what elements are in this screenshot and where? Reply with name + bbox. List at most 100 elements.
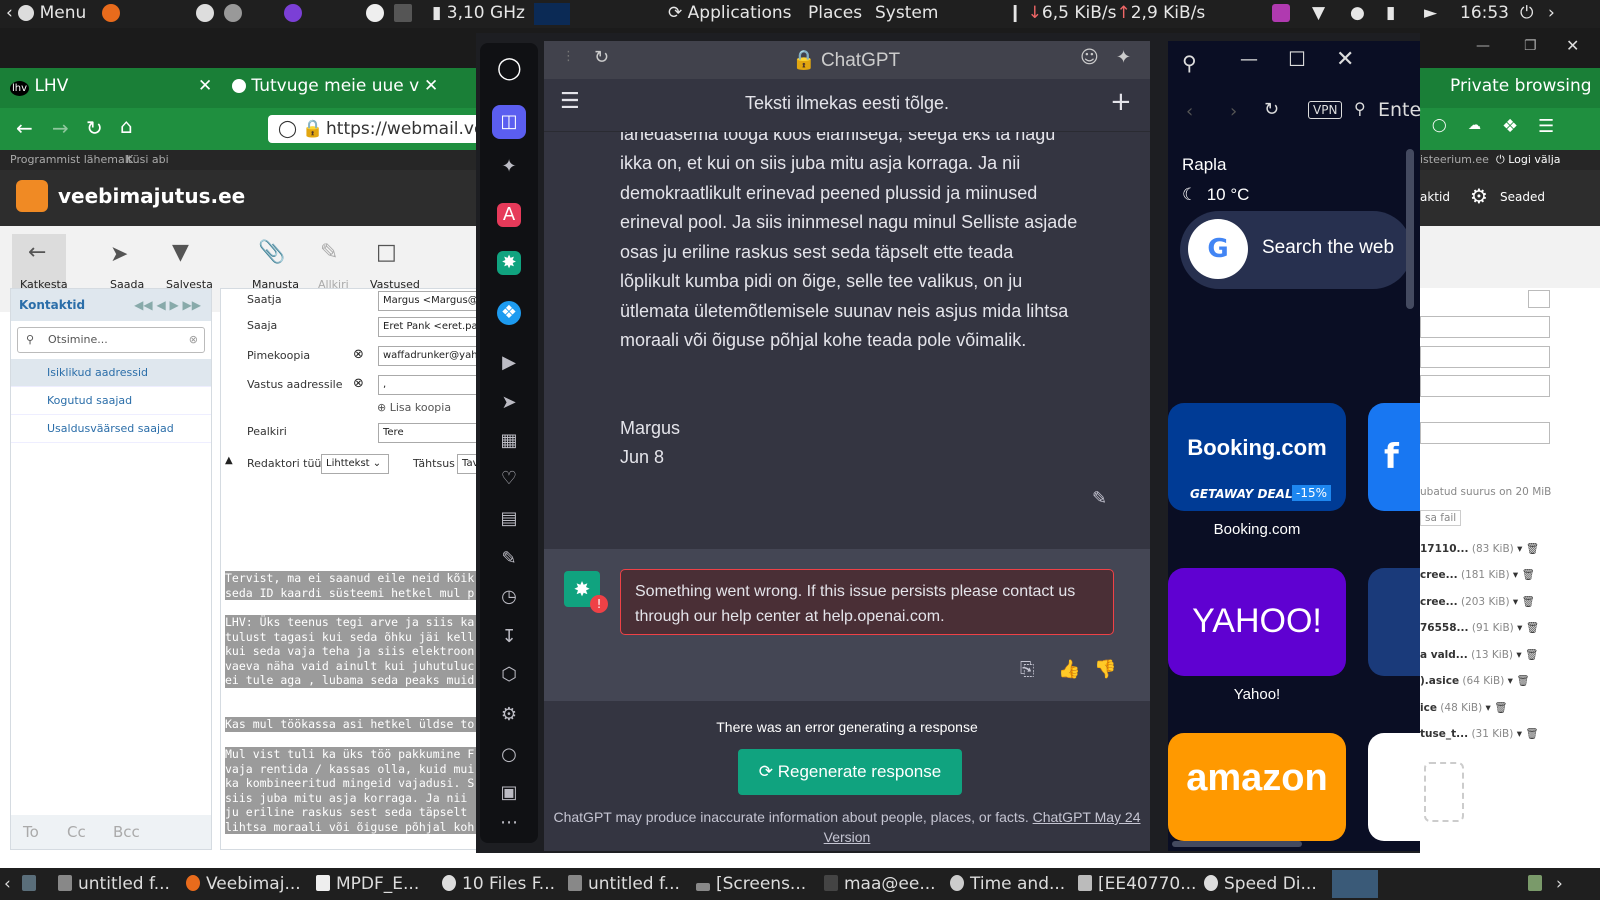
contacts-item-personal[interactable]: Isiklikud aadressid — [11, 359, 211, 387]
maximize-icon[interactable]: ☐ — [1288, 47, 1306, 71]
web-search-box[interactable]: G Search the web — [1180, 211, 1412, 289]
terminal-icon[interactable] — [394, 3, 412, 23]
remove-bcc-icon[interactable]: ⊗ — [353, 347, 364, 362]
places-menu[interactable]: Places — [808, 3, 862, 23]
field-box[interactable] — [1420, 422, 1550, 444]
player-icon[interactable]: ▶ — [497, 351, 521, 375]
collapse-icon[interactable]: ▲ — [225, 455, 233, 466]
show-desktop-icon[interactable] — [22, 874, 42, 894]
logout-link[interactable]: ⏻ Logi välja — [1496, 153, 1561, 167]
close-icon[interactable]: ✕ — [1336, 47, 1354, 72]
add-copy-link[interactable]: ⊕ Lisa koopia — [377, 401, 451, 414]
attachment-item[interactable]: 17110... (83 KiB) ▾ 🗑 — [1420, 542, 1539, 555]
tab-close-icon[interactable]: ✕ — [198, 76, 212, 96]
taskbar-item[interactable]: [EE40770... — [1078, 874, 1196, 894]
taskbar-item[interactable]: Speed Di... — [1204, 874, 1317, 894]
pin-icon[interactable]: ✦ — [1116, 47, 1131, 68]
attachment-item[interactable]: ice (48 KiB) ▾ 🗑 — [1420, 701, 1507, 714]
partial-tile[interactable] — [1368, 568, 1420, 676]
send-icon[interactable]: ➤ — [497, 391, 521, 415]
url-bar[interactable]: ◯ 🔒 https://webmail.ve — [268, 115, 488, 143]
booking-tile[interactable]: Booking.com GETAWAY DEALS -15% — [1168, 403, 1346, 511]
field-box[interactable] — [1420, 316, 1550, 338]
more-icon[interactable]: ⋯ — [497, 811, 521, 835]
clock[interactable]: 16:53 — [1460, 3, 1509, 23]
download-icon[interactable]: ↧ — [497, 625, 521, 649]
editor-type-select[interactable]: Lihttekst ⌄ — [321, 454, 389, 474]
add-panel-icon[interactable]: ▣ — [497, 781, 521, 805]
reload-icon[interactable]: ↻ — [86, 116, 103, 140]
new-chat-icon[interactable]: + — [1110, 87, 1132, 117]
twitter-icon[interactable]: ❖ — [497, 301, 521, 325]
address-input[interactable]: Ente — [1378, 99, 1421, 121]
volume-icon[interactable]: ► — [1424, 3, 1437, 23]
search-icon[interactable]: ⚲ — [1182, 51, 1197, 75]
copy-icon[interactable]: ⎘ — [1020, 659, 1034, 680]
contacts-search-input[interactable]: ⚲ Otsimine... ⊗ — [17, 327, 205, 353]
thumbs-up-icon[interactable]: 👍 — [1058, 659, 1080, 680]
tray-icon[interactable] — [1528, 874, 1548, 894]
heart-icon[interactable]: ♡ — [497, 467, 521, 491]
extension-cloud-icon[interactable]: ☁ — [1468, 118, 1481, 133]
clear-icon[interactable]: ⊗ — [189, 328, 198, 352]
tab-lhv[interactable]: lhv LHV — [10, 76, 68, 96]
taskbar-scroll-right-icon[interactable]: › — [1556, 874, 1563, 894]
remove-reply-to-icon[interactable]: ⊗ — [353, 376, 364, 391]
attachment-item[interactable]: cree... (181 KiB) ▾ 🗑 — [1420, 568, 1535, 581]
aria-icon[interactable]: ✦ — [497, 155, 521, 179]
cog-applet-icon[interactable] — [224, 3, 242, 23]
reload-icon[interactable]: ↻ — [594, 47, 609, 68]
home-icon[interactable]: ⌂ — [120, 114, 133, 138]
taskbar-item[interactable]: Veebimaj... — [186, 874, 301, 894]
extension-globe-icon[interactable]: ◯ — [1432, 118, 1447, 133]
taskbar-item[interactable]: MPDF_E... — [316, 874, 419, 894]
field-box[interactable] — [1420, 375, 1550, 397]
media-icon[interactable] — [1272, 3, 1290, 23]
history-icon[interactable]: ◷ — [497, 585, 521, 609]
forward-icon[interactable]: → — [52, 116, 69, 140]
about-link[interactable]: Programmist lähemalt — [10, 153, 132, 166]
chatgpt-icon[interactable]: ✸ — [497, 251, 521, 275]
taskbar-item[interactable]: [Screens... — [696, 874, 806, 894]
system-menu[interactable]: System — [875, 3, 938, 23]
applet-a-icon[interactable] — [196, 3, 214, 23]
help-link[interactable]: Küsi abi — [126, 153, 169, 166]
applications-menu[interactable]: ⟳ Applications — [668, 3, 792, 23]
contacts-item-trusted[interactable]: Usaldusväärsed saajad — [11, 415, 211, 443]
drag-handle-icon[interactable]: ⋮ — [562, 49, 575, 64]
pinboard-icon[interactable]: ✎ — [497, 547, 521, 571]
menu-button[interactable]: ‹ Menu — [6, 3, 86, 23]
horizontal-scrollbar[interactable] — [1172, 841, 1302, 847]
field-box[interactable] — [1420, 346, 1550, 368]
close-icon[interactable]: ✕ — [1566, 36, 1579, 55]
partial-tile[interactable] — [1368, 733, 1420, 841]
paging-icons[interactable]: ◀◀ ◀ ▶ ▶▶ — [134, 289, 201, 321]
back-icon[interactable]: ‹ — [1186, 101, 1193, 122]
settings-gear-icon[interactable]: ⚙ — [497, 703, 521, 727]
firefox-icon[interactable] — [102, 3, 120, 23]
taskbar-item[interactable]: maa@ee... — [824, 874, 936, 894]
contacts-item-collected[interactable]: Kogutud saajad — [11, 387, 211, 415]
taskbar-scroll-left-icon[interactable]: ‹ — [4, 874, 11, 894]
gear-icon[interactable]: ⚙ — [1470, 184, 1488, 208]
taskbar-item[interactable]: untitled f... — [58, 874, 170, 894]
panel-scroll-right-icon[interactable]: › — [1548, 3, 1555, 23]
amazon-tile[interactable]: amazon — [1168, 733, 1346, 841]
attachment-item[interactable]: 76558... (91 KiB) ▾ 🗑 — [1420, 621, 1539, 634]
app-a-icon[interactable]: A — [497, 203, 521, 227]
drop-zone-icon[interactable] — [1424, 762, 1464, 822]
expand-icon[interactable] — [1528, 290, 1550, 308]
yahoo-tile[interactable]: YAHOO! — [1168, 568, 1346, 676]
tab-close-icon[interactable]: ✕ — [424, 76, 438, 96]
reload-icon[interactable]: ↻ — [1264, 99, 1279, 120]
power-icon[interactable]: ⏻ — [1520, 3, 1533, 23]
attachment-item[interactable]: ).asice (64 KiB) ▾ 🗑 — [1420, 674, 1530, 687]
settings-link[interactable]: Seaded — [1500, 190, 1545, 204]
lightbulb-icon[interactable]: ○ — [497, 743, 521, 767]
opera-logo-icon[interactable]: ◯ — [497, 57, 522, 81]
extensions-icon[interactable]: ❖ — [1502, 116, 1518, 137]
minimize-icon[interactable]: — — [1240, 49, 1258, 70]
news-icon[interactable]: ▤ — [497, 507, 521, 531]
extensions-box-icon[interactable]: ⬡ — [497, 663, 521, 687]
minimize-icon[interactable]: — — [1476, 38, 1490, 54]
